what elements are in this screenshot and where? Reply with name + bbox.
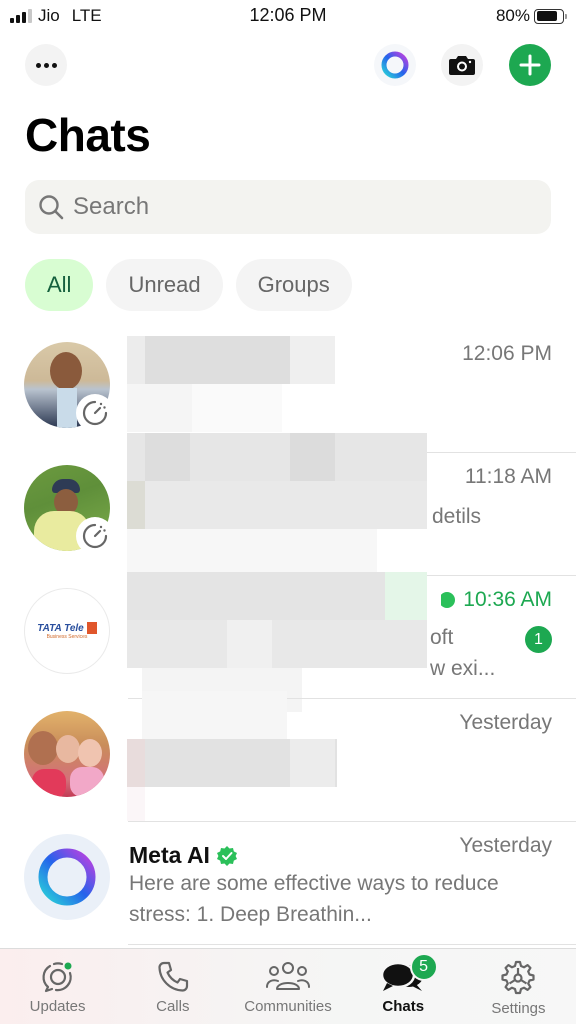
search-icon — [39, 195, 64, 220]
redacted-block — [127, 691, 387, 821]
clock: 12:06 PM — [249, 5, 327, 25]
meta-ai-ring-icon — [38, 848, 96, 906]
chat-row[interactable]: Yesterday — [0, 691, 576, 822]
tata-logo-text: TATA Tele — [37, 622, 84, 634]
chat-time: 12:06 PM — [462, 342, 552, 365]
chat-list: 12:06 PM … 11:18 AM detils TATA Tele Bus… — [0, 330, 576, 945]
timer-icon — [76, 394, 114, 432]
filter-all[interactable]: All — [25, 259, 94, 311]
chat-name: Meta AI — [129, 842, 238, 869]
avatar[interactable] — [24, 465, 114, 555]
chat-time: 11:18 AM — [464, 465, 552, 488]
verified-icon — [441, 592, 456, 608]
tab-label: Settings — [491, 1000, 546, 1017]
tab-updates[interactable]: Updates — [0, 949, 115, 1024]
gear-icon — [501, 960, 536, 995]
page-title: Chats — [25, 109, 151, 161]
chat-preview: detils — [432, 505, 482, 528]
avatar[interactable] — [24, 342, 114, 432]
camera-icon — [449, 56, 475, 75]
avatar[interactable] — [24, 711, 110, 797]
plus-icon — [519, 54, 541, 76]
timer-icon — [76, 517, 114, 555]
chat-preview: Here are some effective ways to reduce s… — [129, 872, 499, 926]
chat-time-text: 10:36 AM — [463, 588, 552, 611]
camera-button[interactable] — [441, 44, 483, 86]
chats-unread-badge: 5 — [409, 953, 438, 981]
tab-label: Updates — [29, 998, 86, 1015]
divider — [128, 944, 576, 945]
chat-name-text: Meta AI — [129, 842, 210, 868]
communities-icon — [266, 962, 310, 990]
header-actions — [0, 44, 576, 88]
more-options-button[interactable] — [25, 44, 67, 86]
phone-icon — [158, 961, 188, 992]
tab-label: Calls — [156, 998, 190, 1015]
chat-row[interactable]: 12:06 PM — [0, 330, 576, 453]
redacted-block — [127, 572, 427, 712]
ellipsis-icon — [35, 62, 57, 68]
status-bar: Jio LTE 12:06 PM 80% — [0, 0, 576, 34]
avatar[interactable]: TATA Tele Business Services — [24, 588, 110, 674]
chat-preview: oft w exi... — [430, 622, 530, 684]
chat-name: … — [405, 473, 428, 499]
battery-percent: 80% — [495, 6, 530, 25]
chat-row[interactable]: TATA Tele Business Services 10:36 AM oft… — [0, 572, 576, 712]
tab-calls[interactable]: Calls — [115, 949, 230, 1024]
chat-time: Yesterday — [459, 834, 552, 857]
updates-icon — [42, 962, 72, 993]
avatar[interactable] — [24, 834, 110, 920]
search-input[interactable] — [73, 193, 533, 221]
unread-badge: 1 — [525, 626, 552, 653]
redacted-block — [127, 433, 427, 573]
chat-time: Yesterday — [459, 711, 552, 734]
chat-preview-line: oft — [430, 626, 454, 649]
redacted-block — [127, 336, 387, 456]
verified-badge-icon — [216, 845, 237, 866]
tab-bar: Updates Calls Communities 5 Chats Settin… — [0, 948, 576, 1024]
chat-time: 10:36 AM — [441, 588, 552, 612]
tab-chats[interactable]: 5 Chats — [346, 949, 461, 1024]
tab-label: Communities — [244, 998, 332, 1015]
filter-chips: All Unread Groups — [25, 259, 352, 311]
filter-groups[interactable]: Groups — [235, 259, 352, 311]
chat-preview-line: w exi... — [430, 657, 496, 680]
chat-row[interactable]: Meta AI Yesterday Here are some effectiv… — [0, 822, 576, 945]
chat-row[interactable]: … 11:18 AM detils — [0, 433, 576, 576]
meta-ai-ring-icon — [381, 51, 409, 79]
tata-logo-subtext: Business Services — [46, 634, 88, 640]
tab-label: Chats — [382, 998, 425, 1015]
search-bar[interactable] — [25, 180, 551, 234]
new-chat-button[interactable] — [509, 44, 551, 86]
tab-settings[interactable]: Settings — [461, 949, 576, 1024]
battery-icon — [534, 8, 567, 24]
tab-communities[interactable]: Communities — [230, 949, 345, 1024]
meta-ai-button[interactable] — [374, 44, 416, 86]
filter-unread[interactable]: Unread — [106, 259, 223, 311]
